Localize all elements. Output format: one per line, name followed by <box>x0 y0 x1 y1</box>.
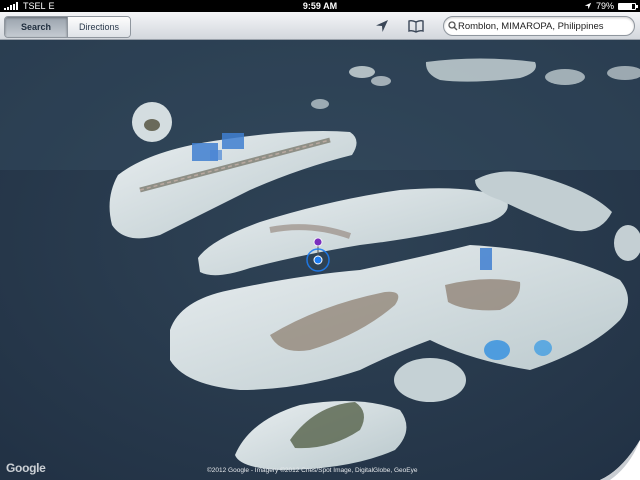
battery-percent: 79% <box>595 1 614 11</box>
small-islet-left <box>132 102 172 142</box>
map-attribution: ©2012 Google - Imagery ©2012 Cnes/Spot I… <box>207 467 418 474</box>
status-time: 9:59 AM <box>302 1 338 11</box>
search-field[interactable] <box>443 16 635 36</box>
magnifier-icon <box>448 21 458 31</box>
page-curl[interactable] <box>600 440 640 480</box>
google-logo: Google <box>6 461 46 475</box>
tab-search[interactable]: Search <box>5 17 67 37</box>
status-bar: TSEL E 9:59 AM 79% <box>0 0 640 12</box>
open-book-icon[interactable] <box>407 17 425 35</box>
status-right: 79% <box>584 0 638 12</box>
maps-toolbar: Search Directions <box>0 12 640 40</box>
satellite-map[interactable] <box>0 40 640 480</box>
search-input[interactable] <box>458 18 630 34</box>
battery-icon <box>618 2 638 10</box>
satellite-imagery[interactable] <box>0 40 640 480</box>
location-arrow-icon <box>584 2 592 10</box>
location-arrow-icon[interactable] <box>373 17 391 35</box>
tab-directions[interactable]: Directions <box>67 17 130 37</box>
search-directions-segmented-control: Search Directions <box>4 16 131 38</box>
battery-fill <box>619 3 632 9</box>
